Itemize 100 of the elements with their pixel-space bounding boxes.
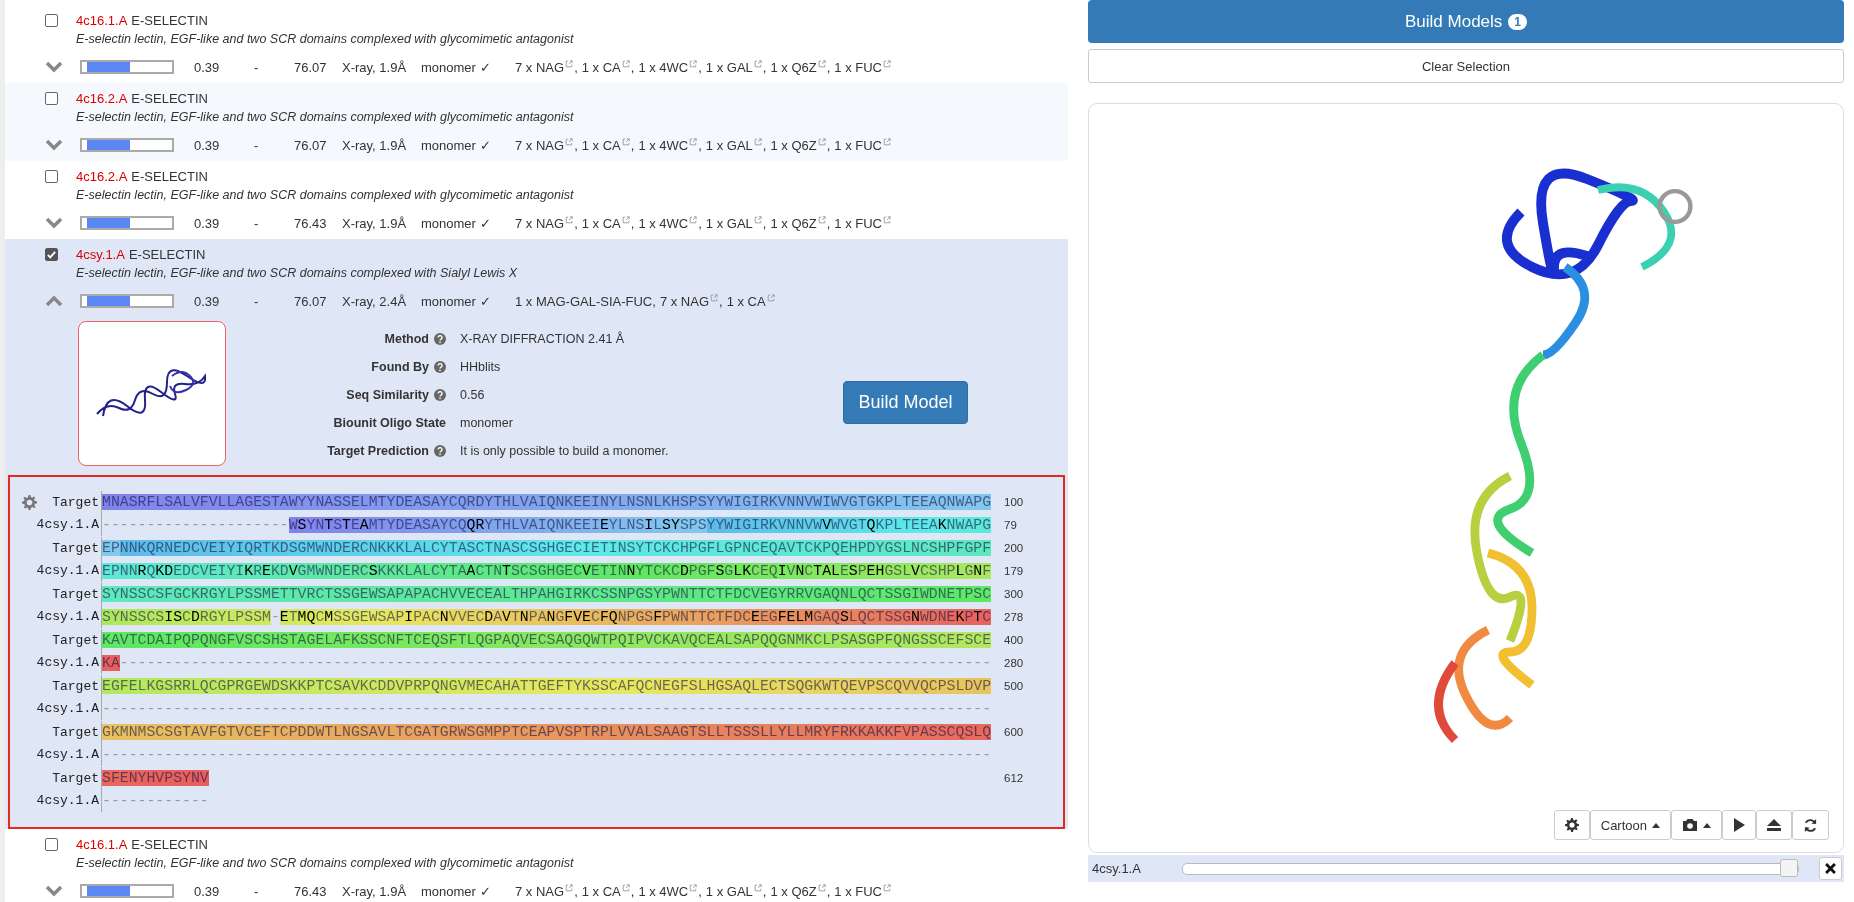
chevron-icon[interactable] [45,885,63,897]
ligand-label[interactable]: 7 x NAG [515,59,565,75]
ligand-label[interactable]: 1 x CA [581,59,621,75]
external-link-icon[interactable] [621,59,630,68]
settings-icon[interactable] [22,494,37,510]
template-sequence: ---------------------------------------------------------------------------------------------------- [102,700,992,717]
external-link-icon[interactable] [883,215,891,224]
chevron-icon[interactable] [45,217,63,229]
ligand-label[interactable]: 1 x CA [581,883,621,899]
camera-icon [1682,818,1698,832]
ligand-label[interactable]: 7 x NAG [659,293,709,309]
chevron-icon[interactable] [45,139,63,151]
external-link-icon[interactable] [565,883,574,892]
position-number: 400 [1004,634,1024,647]
external-link-icon[interactable] [817,137,826,146]
external-link-icon[interactable] [565,59,574,68]
ligand-label[interactable]: 1 x CA [581,215,621,231]
dash-value: - [254,215,260,231]
template-id-link[interactable]: 4csy.1.A [76,247,125,262]
settings-button[interactable] [1553,810,1590,840]
template-id-link[interactable]: 4c16.1.A [76,837,128,852]
separator: , [630,59,635,75]
help-icon[interactable] [434,445,446,457]
eject-button[interactable] [1756,810,1792,840]
external-link-icon[interactable] [817,883,826,892]
opacity-slider[interactable] [1182,862,1799,875]
position-number: 300 [1004,588,1024,601]
separator: , [652,293,656,309]
separator: , [698,215,702,231]
external-link-icon[interactable] [565,137,574,146]
position-number: 100 [1004,496,1024,509]
identity-value: 76.07 [294,59,328,75]
clear-selection-button[interactable]: Clear Selection [1088,49,1844,83]
external-link-icon[interactable] [883,137,891,146]
ligand-label[interactable]: 1 x 4WC [638,59,689,75]
template-id-link[interactable]: 4c16.1.A [76,13,128,28]
ligand-label[interactable]: 1 x Q6Z [770,215,817,231]
checkbox[interactable] [45,838,58,851]
ligand-label[interactable]: 7 x NAG [515,883,565,899]
external-link-icon[interactable] [689,59,698,68]
help-icon[interactable] [434,333,446,345]
camera-button[interactable] [1671,810,1722,840]
chevron-icon[interactable] [45,295,63,307]
external-link-icon[interactable] [689,883,698,892]
method-value: X-ray, 1.9Å [342,883,408,899]
ligand-label[interactable]: 1 x Q6Z [770,137,817,153]
ligand-label[interactable]: 1 x FUC [834,883,882,899]
help-icon[interactable] [434,389,446,401]
external-link-icon[interactable] [689,215,698,224]
ligand-label[interactable]: 7 x NAG [515,137,565,153]
refresh-button[interactable] [1792,810,1829,840]
build-model-button[interactable]: Build Model [843,381,968,424]
ligand-label[interactable]: 1 x GAL [705,215,753,231]
chevron-icon[interactable] [45,61,63,73]
ligand-label[interactable]: 1 x GAL [705,59,753,75]
ligand-label[interactable]: 7 x NAG [515,215,565,231]
checkbox[interactable] [45,14,58,27]
model-label: 4csy.1.A [1092,861,1142,876]
checkbox[interactable] [45,248,58,261]
external-link-icon[interactable] [621,137,630,146]
template-id-link[interactable]: 4c16.2.A [76,91,128,106]
external-link-icon[interactable] [753,215,762,224]
ligand-label[interactable]: 1 x GAL [705,883,753,899]
external-link-icon[interactable] [689,137,698,146]
external-link-icon[interactable] [817,59,826,68]
external-link-icon[interactable] [753,883,762,892]
position-number: 278 [1004,610,1024,623]
ligand-label[interactable]: 1 x 4WC [638,137,689,153]
external-link-icon[interactable] [753,59,762,68]
external-link-icon[interactable] [817,215,826,224]
ligand-label[interactable]: 1 x 4WC [638,215,689,231]
external-link-icon[interactable] [621,883,630,892]
field-value: It is only possible to build a monomer. [460,444,669,458]
ligand-label[interactable]: 1 x Q6Z [770,59,817,75]
slider-thumb[interactable] [1780,858,1798,877]
representation-dropdown[interactable]: Cartoon [1589,810,1671,840]
external-link-icon[interactable] [565,215,574,224]
help-icon[interactable] [434,361,446,373]
ligand-label[interactable]: 1 x FUC [834,137,882,153]
ligand-label[interactable]: 1 x CA [726,293,766,309]
external-link-icon[interactable] [753,137,762,146]
play-button[interactable] [1722,810,1756,840]
ligand-label[interactable]: 1 x CA [581,137,621,153]
external-link-icon[interactable] [766,293,775,302]
method-value: X-ray, 1.9Å [342,215,408,231]
external-link-icon[interactable] [883,883,891,892]
checkbox[interactable] [45,170,58,183]
template-id-link[interactable]: 4c16.2.A [76,169,128,184]
sequence-label: 4csy.1.A [36,563,99,579]
external-link-icon[interactable] [710,293,718,302]
checkbox[interactable] [45,92,58,105]
external-link-icon[interactable] [621,215,630,224]
ligand-label[interactable]: 1 x FUC [834,59,882,75]
ligand-label[interactable]: 1 x 4WC [638,883,689,899]
ligand-label[interactable]: 1 x Q6Z [770,883,817,899]
build-models-button[interactable]: Build Models 1 [1088,0,1844,43]
close-button[interactable] [1819,857,1842,880]
external-link-icon[interactable] [883,59,891,68]
ligand-label[interactable]: 1 x FUC [834,215,882,231]
ligand-label[interactable]: 1 x GAL [705,137,753,153]
